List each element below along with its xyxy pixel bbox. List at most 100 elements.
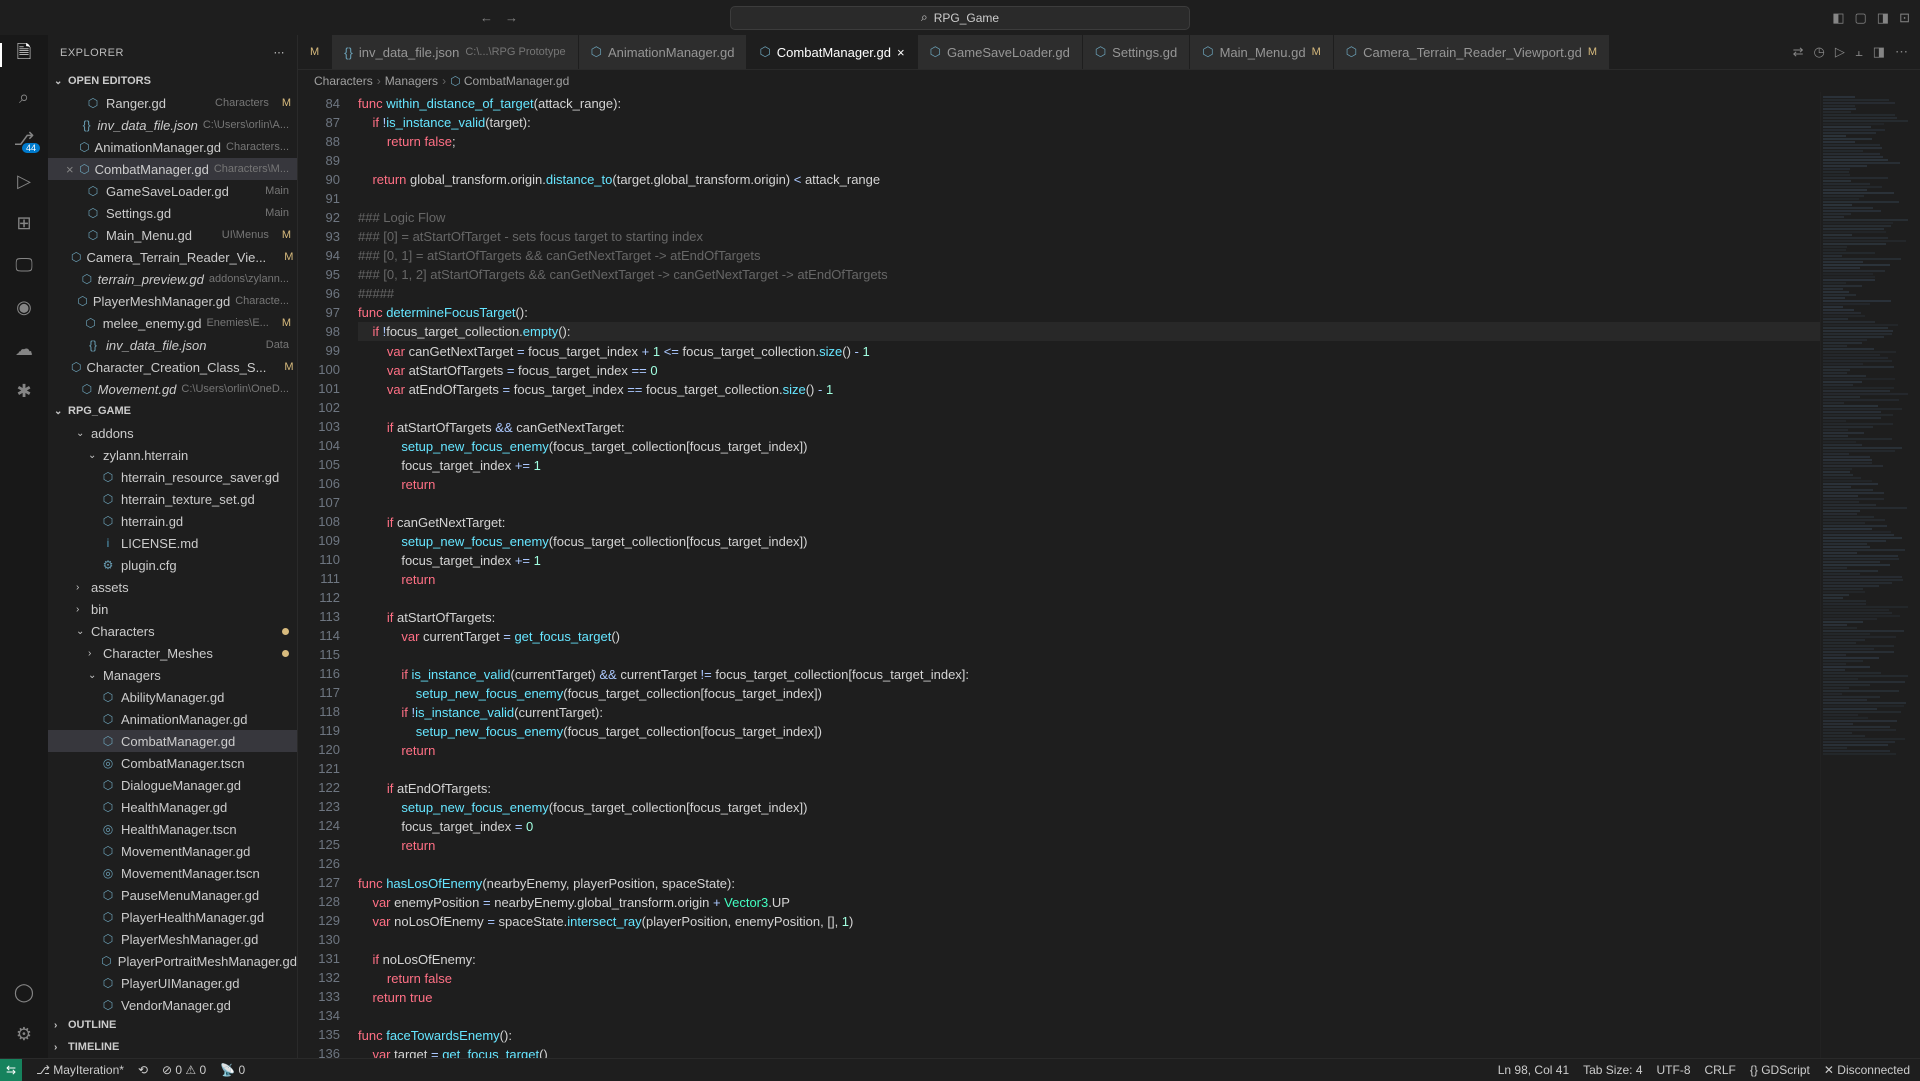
account-icon[interactable]: ◯ xyxy=(12,980,36,1004)
file-item[interactable]: ⬡PlayerUIManager.gd xyxy=(48,972,297,994)
layout-icon[interactable]: ▢ xyxy=(1855,10,1867,26)
git-sync[interactable]: ⟲ xyxy=(138,1063,148,1077)
folder-item[interactable]: ⌄Managers xyxy=(48,664,297,686)
folder-item[interactable]: ⌄zylann.hterrain xyxy=(48,444,297,466)
split-icon[interactable]: ⫠ xyxy=(1855,44,1863,60)
cursor-position[interactable]: Ln 98, Col 41 xyxy=(1498,1063,1569,1077)
open-editor-item[interactable]: ⬡GameSaveLoader.gdMain xyxy=(48,180,297,202)
open-editor-item[interactable]: ⬡Movement.gdC:\Users\orlin\OneD... xyxy=(48,378,297,400)
open-editor-item[interactable]: ⬡melee_enemy.gdEnemies\E...M xyxy=(48,312,297,334)
explorer-icon[interactable]: 🗎 xyxy=(12,43,36,67)
open-editor-item[interactable]: ⬡PlayerMeshManager.gdCharacte... xyxy=(48,290,297,312)
other-icon[interactable]: ✱ xyxy=(12,379,36,403)
editor-tab[interactable]: ⬡Camera_Terrain_Reader_Viewport.gdM xyxy=(1334,35,1610,69)
forward-icon[interactable]: → xyxy=(505,10,518,25)
command-center[interactable]: ⌕ RPG_Game xyxy=(730,6,1190,30)
layout-icon[interactable]: ⊡ xyxy=(1899,10,1910,26)
file-item[interactable]: ⬡PauseMenuManager.gd xyxy=(48,884,297,906)
timeline-icon[interactable]: ◷ xyxy=(1813,44,1824,60)
connection-status[interactable]: ✕ Disconnected xyxy=(1824,1063,1910,1077)
extensions-icon[interactable]: ⊞ xyxy=(12,211,36,235)
breadcrumb-item[interactable]: Managers xyxy=(385,74,438,88)
file-name: hterrain_resource_saver.gd xyxy=(121,470,279,485)
compare-icon[interactable]: ⇄ xyxy=(1793,44,1804,60)
editor-tab[interactable]: ⬡Main_Menu.gdM xyxy=(1190,35,1334,69)
file-item[interactable]: ⬡PlayerMeshManager.gd xyxy=(48,928,297,950)
file-item[interactable]: ⬡PlayerPortraitMeshManager.gd xyxy=(48,950,297,972)
file-item[interactable]: ⬡DialogueManager.gd xyxy=(48,774,297,796)
layout-icon[interactable]: ◨ xyxy=(1877,10,1889,26)
encoding[interactable]: UTF-8 xyxy=(1657,1063,1691,1077)
open-editor-item[interactable]: ×⬡CombatManager.gdCharacters\M... xyxy=(48,158,297,180)
file-item[interactable]: iLICENSE.md xyxy=(48,532,297,554)
sidebar-title: EXPLORER xyxy=(60,47,124,59)
open-editor-item[interactable]: {}inv_data_file.jsonC:\Users\orlin\A... xyxy=(48,114,297,136)
more-icon[interactable]: ⋯ xyxy=(274,46,286,59)
editor-tab[interactable]: ⬡Settings.gd xyxy=(1083,35,1190,69)
open-editor-item[interactable]: ⬡Main_Menu.gdUI\MenusM xyxy=(48,224,297,246)
editor-tab[interactable]: ⬡AnimationManager.gd xyxy=(579,35,748,69)
open-editor-item[interactable]: ⬡Camera_Terrain_Reader_Vie...M xyxy=(48,246,297,268)
open-editor-item[interactable]: ⬡AnimationManager.gdCharacters... xyxy=(48,136,297,158)
breadcrumb-item[interactable]: ⬡ CombatManager.gd xyxy=(450,74,569,88)
file-item[interactable]: ⬡hterrain_texture_set.gd xyxy=(48,488,297,510)
open-editor-item[interactable]: ⬡terrain_preview.gdaddons\zylann... xyxy=(48,268,297,290)
editor-tab[interactable]: {}inv_data_file.jsonC:\...\RPG Prototype xyxy=(332,35,578,69)
back-icon[interactable]: ← xyxy=(480,10,493,25)
open-editor-item[interactable]: ⬡Ranger.gdCharactersM xyxy=(48,92,297,114)
file-item[interactable]: ⬡MovementManager.gd xyxy=(48,840,297,862)
remote-indicator[interactable]: ⇆ xyxy=(0,1059,22,1081)
folder-item[interactable]: ⌄Characters xyxy=(48,620,297,642)
open-editor-item[interactable]: {}inv_data_file.jsonData xyxy=(48,334,297,356)
file-item[interactable]: ⬡CombatManager.gd xyxy=(48,730,297,752)
git-branch[interactable]: ⎇ MayIteration* xyxy=(36,1063,124,1077)
problems[interactable]: ⊘ 0 ⚠ 0 xyxy=(162,1063,206,1077)
settings-icon[interactable]: ⚙ xyxy=(12,1022,36,1046)
editor-tab[interactable]: ⬡CombatManager.gd× xyxy=(747,35,917,69)
file-item[interactable]: ⚙plugin.cfg xyxy=(48,554,297,576)
editor-tab[interactable]: M xyxy=(298,35,332,69)
more-icon[interactable]: ⋯ xyxy=(1895,44,1908,60)
tab-size[interactable]: Tab Size: 4 xyxy=(1583,1063,1642,1077)
minimap[interactable] xyxy=(1820,92,1920,1058)
outline-header[interactable]: › OUTLINE xyxy=(48,1014,297,1036)
breadcrumb-item[interactable]: Characters xyxy=(314,74,373,88)
github-icon[interactable]: ◉ xyxy=(12,295,36,319)
file-item[interactable]: ◎HealthManager.tscn xyxy=(48,818,297,840)
close-icon[interactable]: × xyxy=(897,45,905,60)
layout-icon[interactable]: ◨ xyxy=(1873,44,1885,60)
layout-icon[interactable]: ◧ xyxy=(1832,10,1844,26)
language-mode[interactable]: {} GDScript xyxy=(1750,1063,1810,1077)
eol[interactable]: CRLF xyxy=(1705,1063,1736,1077)
editor-tab[interactable]: ⬡GameSaveLoader.gd xyxy=(918,35,1083,69)
open-editor-item[interactable]: ⬡Settings.gdMain xyxy=(48,202,297,224)
close-icon[interactable]: × xyxy=(66,162,74,177)
folder-item[interactable]: ›bin xyxy=(48,598,297,620)
remote-icon[interactable]: 🖵 xyxy=(12,253,36,277)
ports[interactable]: 📡 0 xyxy=(220,1063,245,1077)
folder-item[interactable]: ›assets xyxy=(48,576,297,598)
open-editor-item[interactable]: ⬡Character_Creation_Class_S...M xyxy=(48,356,297,378)
run-icon[interactable]: ▷ xyxy=(1835,44,1845,60)
folder-item[interactable]: ›Character_Meshes xyxy=(48,642,297,664)
code-editor[interactable]: func within_distance_of_target(attack_ra… xyxy=(358,92,1820,1058)
file-item[interactable]: ⬡hterrain_resource_saver.gd xyxy=(48,466,297,488)
search-icon[interactable]: ⌕ xyxy=(12,85,36,109)
file-item[interactable]: ⬡AnimationManager.gd xyxy=(48,708,297,730)
source-control-icon[interactable]: ⎇44 xyxy=(12,127,36,151)
modified-indicator: M xyxy=(1312,46,1321,58)
folder-item[interactable]: ⌄addons xyxy=(48,422,297,444)
file-item[interactable]: ◎CombatManager.tscn xyxy=(48,752,297,774)
breadcrumb[interactable]: Characters›Managers›⬡ CombatManager.gd xyxy=(298,70,1920,92)
file-item[interactable]: ⬡VendorManager.gd xyxy=(48,994,297,1014)
file-item[interactable]: ⬡hterrain.gd xyxy=(48,510,297,532)
file-item[interactable]: ⬡AbilityManager.gd xyxy=(48,686,297,708)
project-header[interactable]: ⌄ RPG_GAME xyxy=(48,400,297,422)
file-item[interactable]: ◎MovementManager.tscn xyxy=(48,862,297,884)
timeline-header[interactable]: › TIMELINE xyxy=(48,1036,297,1058)
file-item[interactable]: ⬡HealthManager.gd xyxy=(48,796,297,818)
debug-icon[interactable]: ▷ xyxy=(12,169,36,193)
docker-icon[interactable]: ☁ xyxy=(12,337,36,361)
open-editors-header[interactable]: ⌄ OPEN EDITORS xyxy=(48,70,297,92)
file-item[interactable]: ⬡PlayerHealthManager.gd xyxy=(48,906,297,928)
